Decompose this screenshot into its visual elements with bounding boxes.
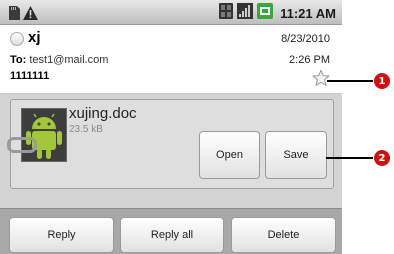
status-bar: 11:21 AM — [0, 0, 342, 25]
select-radio[interactable] — [10, 32, 24, 46]
reply-button[interactable]: Reply — [9, 217, 114, 253]
action-bar: Reply Reply all Delete — [0, 208, 342, 254]
android-icon — [26, 113, 62, 159]
callout-line-1 — [327, 80, 373, 82]
to-label: To: — [10, 54, 27, 66]
callout-marker-2: 2 — [374, 150, 390, 166]
attachment-panel: xujing.doc 23.5 kB Open Save — [7, 99, 334, 189]
attachment-filename: xujing.doc — [69, 105, 137, 122]
delete-button[interactable]: Delete — [231, 217, 336, 253]
sd-card-icon — [8, 5, 20, 24]
sender-name: xj — [28, 29, 41, 46]
open-button[interactable]: Open — [199, 131, 260, 179]
message-time: 2:26 PM — [289, 54, 330, 66]
save-button[interactable]: Save — [265, 131, 327, 179]
signal-icon — [237, 3, 254, 23]
message-subject: 1111111 — [10, 70, 50, 82]
message-date: 8/23/2010 — [281, 33, 330, 45]
status-right-icons: 11:21 AM — [219, 3, 336, 23]
recipient-line: To: test1@mail.com — [10, 54, 108, 66]
attachment-thumbnail — [21, 108, 67, 162]
callout-marker-1: 1 — [374, 73, 390, 89]
reply-all-button[interactable]: Reply all — [120, 217, 224, 253]
star-icon[interactable] — [312, 69, 330, 87]
status-time: 11:21 AM — [280, 5, 336, 21]
attachment-size: 23.5 kB — [69, 124, 103, 135]
email-view-screen: 11:21 AM xj 8/23/2010 To: test1@mail.com… — [0, 0, 342, 254]
battery-icon — [257, 3, 274, 23]
callout-line-2 — [326, 157, 373, 159]
recipient-address: test1@mail.com — [29, 54, 109, 66]
3g-icon — [219, 3, 234, 23]
paperclip-icon — [7, 137, 37, 153]
status-left-icons — [8, 5, 38, 24]
warning-icon — [23, 5, 38, 24]
message-header: xj 8/23/2010 To: test1@mail.com 2:26 PM … — [0, 25, 342, 94]
